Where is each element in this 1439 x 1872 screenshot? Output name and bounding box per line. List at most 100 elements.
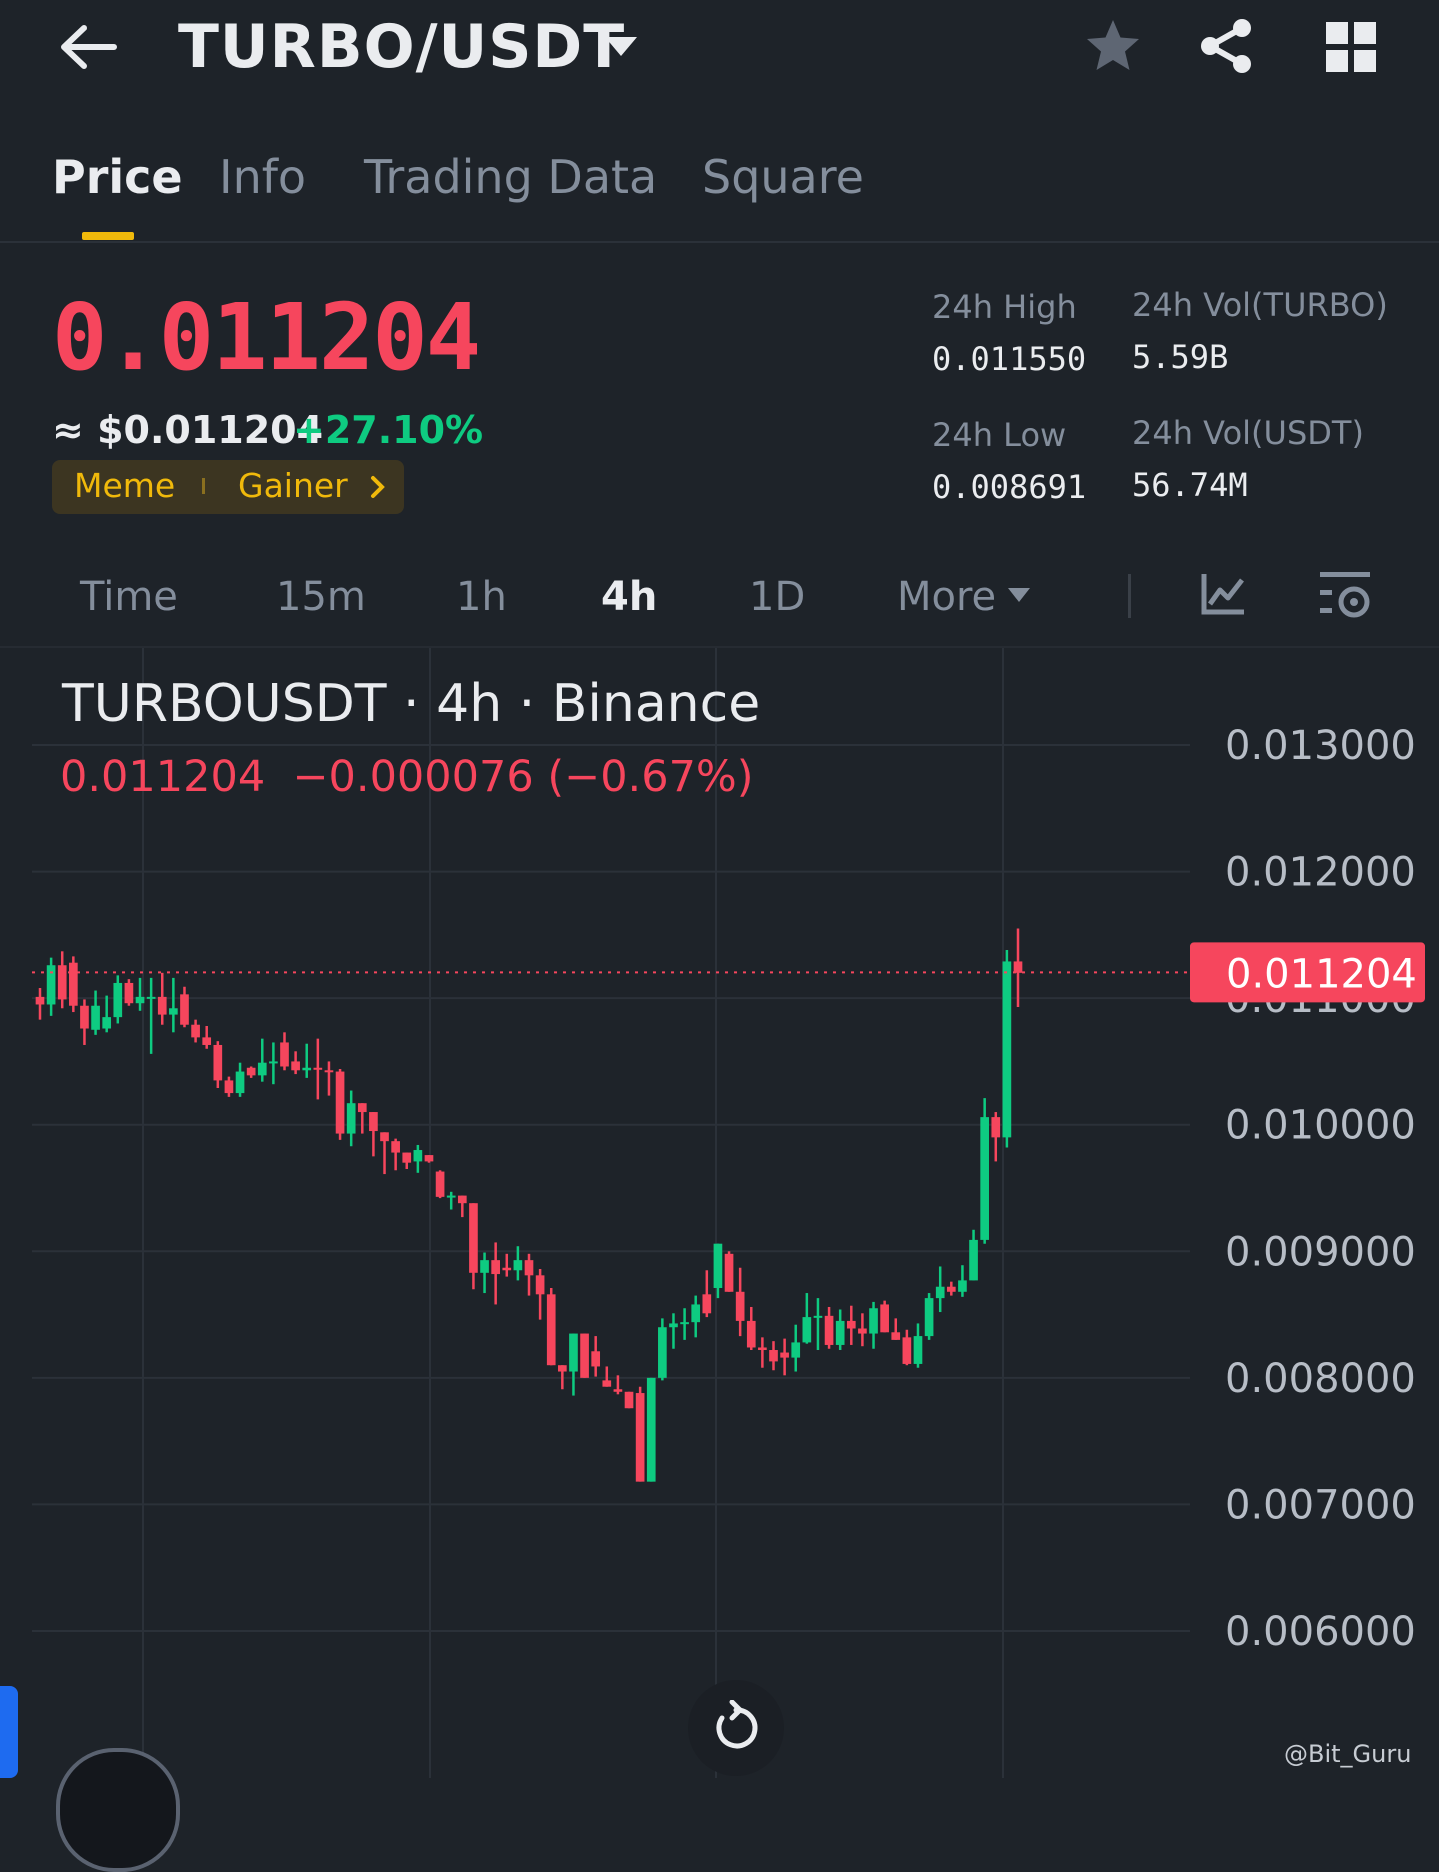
tag-gainer[interactable]: Gainer (238, 466, 348, 505)
avatar[interactable] (56, 1748, 180, 1872)
candle-body (224, 1080, 234, 1094)
candle-body (480, 1260, 489, 1273)
caret-down-icon[interactable] (603, 34, 639, 60)
candle-body (1013, 961, 1023, 973)
candle-body (613, 1389, 623, 1392)
candle-body (569, 1333, 578, 1372)
interval-time[interactable]: Time (80, 574, 178, 620)
candlestick-chart[interactable]: 0.0130000.0120000.0110000.0100000.009000… (0, 648, 1439, 1778)
last-price: 0.011204 (52, 284, 481, 391)
chart-ohlc-line: 0.011204 −0.000076 (−0.67%) (60, 752, 754, 802)
candle-body (469, 1203, 478, 1273)
candle-body (380, 1132, 389, 1142)
candle-body (35, 996, 45, 1005)
y-tick-label: 0.007000 (1225, 1482, 1416, 1528)
tab-trading-data[interactable]: Trading Data (364, 150, 657, 204)
candle-body (658, 1327, 667, 1378)
candle-body (835, 1320, 845, 1345)
chart-settings-icon[interactable] (1318, 568, 1374, 620)
candle-body (580, 1333, 589, 1378)
candle-body (69, 962, 78, 1006)
candle-body (524, 1260, 534, 1276)
y-tick-label: 0.006000 (1225, 1609, 1416, 1655)
y-tick-label: 0.013000 (1225, 723, 1416, 769)
more-caret-icon[interactable] (1006, 586, 1032, 604)
candle-body (302, 1067, 312, 1071)
y-tick-label: 0.012000 (1225, 850, 1416, 896)
candle-body (435, 1171, 445, 1197)
chevron-right-icon[interactable] (368, 474, 388, 500)
candle-body (969, 1239, 978, 1281)
candle-body (880, 1304, 889, 1333)
usd-price: ≈ $0.011204 (52, 408, 324, 452)
candle-body (135, 996, 145, 1004)
reset-chart-button[interactable] (688, 1680, 784, 1776)
candle-body (335, 1071, 345, 1134)
tag-separator (202, 478, 205, 494)
candle-body (858, 1328, 867, 1334)
candle-body (591, 1351, 601, 1367)
candle-body (291, 1061, 300, 1071)
tabs-divider (0, 241, 1439, 243)
candle-body (446, 1195, 456, 1198)
star-icon[interactable] (1084, 18, 1142, 74)
candle-body (280, 1042, 289, 1067)
candle-body (46, 965, 56, 1005)
candle-body (913, 1336, 923, 1364)
candle-body (513, 1260, 523, 1271)
side-drawer-tab[interactable] (0, 1686, 18, 1778)
candle-body (558, 1365, 567, 1372)
candle-body (357, 1103, 367, 1113)
candle-body (202, 1037, 212, 1045)
grid-icon[interactable] (1326, 22, 1376, 72)
candle-body (680, 1322, 689, 1325)
tag-meme[interactable]: Meme (74, 466, 175, 505)
candle-body (102, 1017, 112, 1029)
candle-body (891, 1332, 901, 1340)
candle-body (635, 1393, 645, 1482)
stat-vol-base-value: 5.59B (1132, 338, 1229, 376)
tab-info[interactable]: Info (219, 150, 306, 204)
pair-title[interactable]: TURBO/USDT (178, 12, 625, 82)
interval-1d[interactable]: 1D (749, 574, 805, 620)
refresh-icon (716, 1700, 758, 1749)
candle-body (791, 1342, 801, 1358)
candle-body (235, 1071, 245, 1094)
candle-body (735, 1291, 745, 1321)
candle-body (746, 1320, 756, 1348)
stat-vol-quote-label: 24h Vol(USDT) (1132, 414, 1364, 452)
candle-body (802, 1317, 812, 1343)
candle-body (369, 1112, 378, 1132)
candle-body (113, 982, 123, 1018)
candle-body (713, 1243, 723, 1288)
candle-body (180, 994, 189, 1025)
candle-body (213, 1044, 223, 1081)
candle-body (924, 1298, 934, 1337)
candle-body (646, 1377, 656, 1482)
interval-1h[interactable]: 1h (456, 574, 507, 620)
last-price-tag-label: 0.011204 (1226, 951, 1417, 997)
tab-price[interactable]: Price (52, 150, 183, 204)
y-tick-label: 0.009000 (1225, 1229, 1416, 1275)
interval-15m[interactable]: 15m (276, 574, 366, 620)
price-change-percent: +27.10% (293, 408, 484, 452)
candle-body (169, 1008, 178, 1015)
stat-vol-quote-value: 56.74M (1132, 466, 1248, 504)
candle-body (602, 1380, 612, 1387)
share-icon[interactable] (1198, 18, 1254, 74)
candle-body (869, 1308, 878, 1334)
candle-body (958, 1280, 967, 1292)
candle-body (980, 1117, 989, 1240)
stat-low-label: 24h Low (932, 416, 1067, 454)
candle-body (269, 1061, 278, 1064)
back-arrow-icon[interactable] (58, 22, 118, 72)
active-tab-indicator (82, 232, 134, 240)
interval-more[interactable]: More (897, 574, 996, 620)
interval-4h[interactable]: 4h (601, 574, 657, 620)
indicator-chart-icon[interactable] (1200, 572, 1246, 616)
candle-body (946, 1286, 956, 1292)
tab-square[interactable]: Square (702, 150, 864, 204)
candle-body (246, 1067, 256, 1076)
candle-body (624, 1391, 634, 1409)
candle-body (846, 1320, 856, 1329)
